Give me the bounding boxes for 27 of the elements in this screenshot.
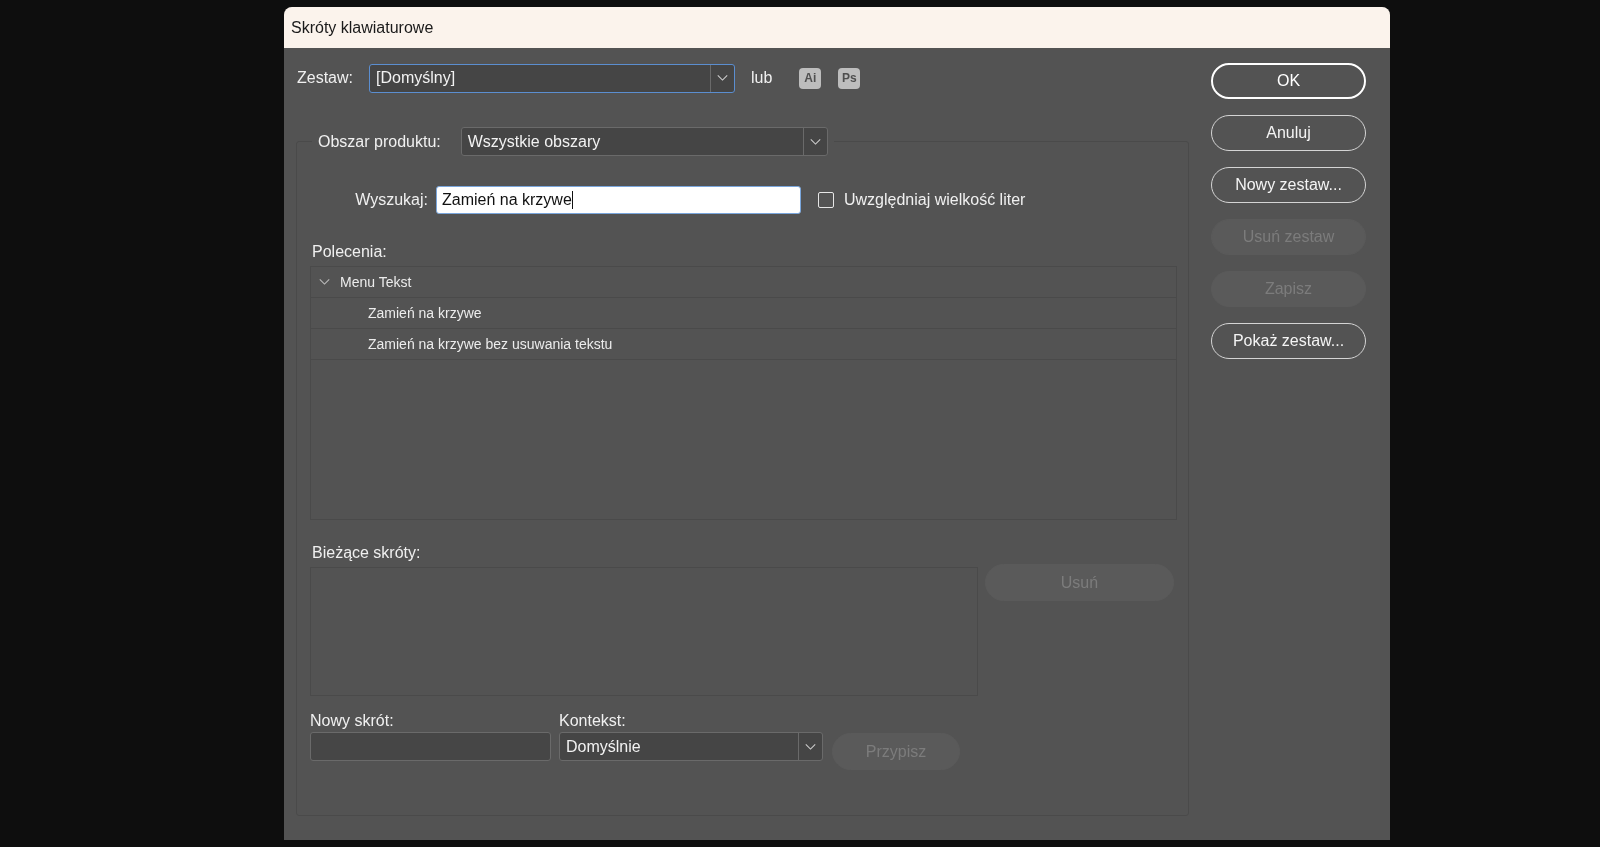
context-dropdown[interactable]: Domyślnie <box>559 732 823 761</box>
chevron-down-icon[interactable] <box>319 279 330 285</box>
context-label: Kontekst: <box>559 711 626 729</box>
set-label: Zestaw: <box>297 68 354 88</box>
search-label: Wyszukaj: <box>355 190 428 210</box>
set-dropdown[interactable]: [Domyślny] <box>369 63 735 93</box>
chevron-down-icon <box>809 138 821 145</box>
or-label: lub <box>751 68 773 88</box>
product-area-dropdown[interactable]: Wszystkie obszary <box>460 127 828 156</box>
chevron-down-icon <box>717 75 728 81</box>
commands-label: Polecenia: <box>312 242 387 260</box>
product-area-label: Obszar produktu: <box>318 131 441 152</box>
new-shortcut-label: Nowy skrót: <box>310 711 394 729</box>
chevron-down-icon <box>805 743 816 750</box>
checkbox-label[interactable]: Uwzględniaj wielkość liter <box>844 188 1026 212</box>
app-badge-button[interactable]: Ai <box>799 67 822 89</box>
shortcut-input-field[interactable] <box>310 732 551 761</box>
current-shortcuts-label: Bieżące skróty: <box>312 543 421 561</box>
tree-row[interactable]: Menu Tekst <box>311 267 1176 298</box>
search-field[interactable]: Zamień na krzywe <box>436 186 801 214</box>
checkbox[interactable] <box>818 192 834 208</box>
dialog-button[interactable]: OK <box>1211 63 1366 99</box>
window-title: Skróty klawiaturowe <box>291 17 434 38</box>
app-badge-button[interactable]: Ps <box>838 67 861 89</box>
text-cursor-icon <box>571 191 573 209</box>
tree-row[interactable]: Zamień na krzywe <box>311 298 1176 329</box>
tree-row[interactable]: Zamień na krzywe bez usuwania tekstu <box>311 329 1176 360</box>
